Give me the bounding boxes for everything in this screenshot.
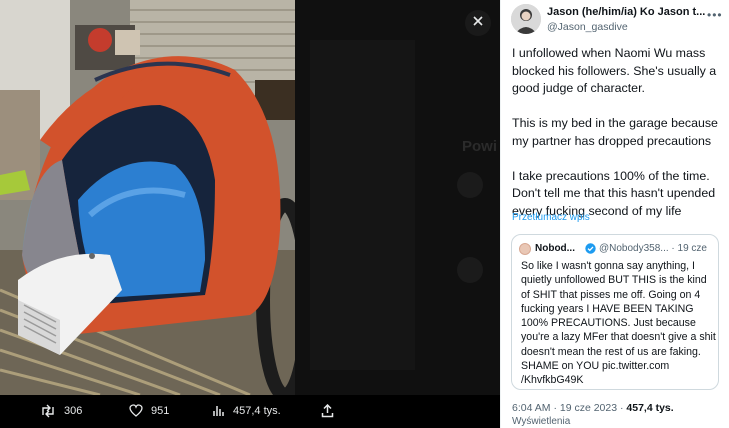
tweet-paragraph: I unfollowed when Naomi Wu mass blocked … [512,46,717,95]
retweet-action[interactable]: 306 [40,404,82,418]
heart-icon [129,404,143,417]
media-viewer: Powi 306 951 457,4 tys. [0,0,500,428]
close-icon [472,14,484,32]
translate-link[interactable]: Przetłumacz wpis [512,212,590,223]
verified-badge-icon [585,243,596,257]
author-handle[interactable]: @Jason_gasdive [547,21,628,33]
quoted-author-name[interactable]: Nobod... [535,243,575,254]
views-count: 457,4 tys. [233,404,281,417]
views-label: Wyświetlenia [512,416,571,427]
avatar[interactable] [511,4,541,34]
dimmed-garage-illustration [295,0,500,395]
quoted-tweet[interactable]: Nobod... @Nobody358... · 19 cze So like … [511,234,719,390]
like-count: 951 [151,404,170,417]
tweet-photo[interactable] [0,0,295,395]
author-name[interactable]: Jason (he/him/ia) Ko Jason t... [547,6,705,18]
tweet-metadata: 6:04 AM · 19 cze 2023 · 457,4 tys. [512,402,674,414]
tweet-timestamp[interactable]: 6:04 AM · 19 cze 2023 · [512,402,623,414]
retweet-icon [40,404,56,418]
share-icon [321,404,334,418]
like-action[interactable]: 951 [129,404,169,417]
avatar-image [511,4,541,34]
share-action[interactable] [321,404,334,418]
media-action-bar: 306 951 457,4 tys. [0,395,500,428]
background-label: Powi [462,138,498,155]
quoted-tweet-text: So like I wasn't gonna say anything, I q… [521,260,716,387]
dimmed-background [295,0,500,395]
views-icon [212,404,225,417]
retweet-count: 306 [64,405,83,417]
tweet-paragraph: This is my bed in the garage because my … [512,116,718,148]
quoted-tweet-header: Nobod... @Nobody358... · 19 cze [519,243,715,257]
tweet-panel: Jason (he/him/ia) Ko Jason t... @Jason_g… [500,0,729,428]
tent-photo-illustration [0,0,295,395]
tweet-views-count: 457,4 tys. [626,402,674,414]
tweet-author: Jason (he/him/ia) Ko Jason t... @Jason_g… [511,4,723,40]
tweet-text: I unfollowed when Naomi Wu mass blocked … [512,45,727,220]
close-button[interactable] [465,10,491,36]
views-action[interactable]: 457,4 tys. [212,404,281,417]
more-icon[interactable]: ••• [707,8,723,22]
quoted-author-handle[interactable]: @Nobody358... · 19 cze [599,243,707,254]
quoted-avatar[interactable] [519,243,531,255]
